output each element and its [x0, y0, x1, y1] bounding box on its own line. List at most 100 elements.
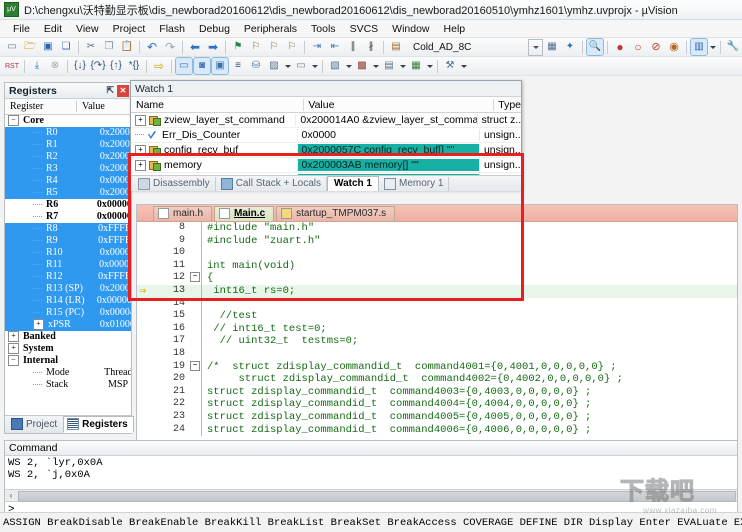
editor-gutter[interactable] [137, 361, 163, 374]
stop-icon[interactable]: ⊗ [47, 58, 63, 74]
trace-window-dropdown-icon[interactable] [398, 58, 407, 74]
watch-row[interactable]: UV_AVE_ADValue0x0000unsign... [131, 173, 521, 175]
close-icon[interactable]: ✕ [117, 85, 129, 97]
scroll-left-icon[interactable]: ‹ [5, 491, 17, 501]
show-next-statement-icon[interactable]: ⇨ [151, 58, 167, 74]
undo-icon[interactable]: ↶ [144, 39, 160, 55]
open-file-icon[interactable]: 🗁 [22, 39, 38, 55]
redo-icon[interactable]: ↷ [162, 39, 178, 55]
bookmark-clear-icon[interactable]: ⚐ [284, 39, 300, 55]
code-line[interactable]: 19/* struct zdisplay_commandid_t command… [137, 361, 737, 374]
editor-gutter[interactable]: ⇒ [137, 285, 163, 298]
breakpoint-icon[interactable]: ● [612, 39, 628, 55]
breakpoint-toggle-icon[interactable]: ⊘ [648, 39, 664, 55]
code-line[interactable]: 17 // uint32_t testms=0; [137, 335, 737, 348]
panel-tab-registers[interactable]: Registers [63, 416, 134, 433]
register-row[interactable]: R70x000000 [5, 211, 131, 223]
registers-window-icon[interactable]: ≡ [230, 58, 246, 74]
menu-peripherals[interactable]: Peripherals [237, 22, 304, 36]
editor-gutter[interactable] [137, 323, 163, 336]
register-row[interactable]: R50x20002 [5, 187, 131, 199]
menu-svcs[interactable]: SVCS [343, 22, 386, 36]
reset-icon[interactable]: RST [4, 58, 20, 74]
bottom-tab-call-stack[interactable]: Call Stack + Locals [216, 177, 327, 191]
register-row[interactable]: ModeThread [5, 367, 131, 379]
command-horizontal-scrollbar[interactable]: ‹ [5, 490, 737, 502]
search-icon[interactable]: 🔍 [587, 39, 603, 55]
window-layout-dropdown-icon[interactable] [708, 39, 717, 55]
watch-value[interactable]: 0x0000 [298, 174, 480, 175]
register-row[interactable]: R30x20002 [5, 163, 131, 175]
watch-value[interactable]: 0x200014A0 &zview_layer_st_command [296, 114, 477, 126]
navigate-forward-icon[interactable]: ➡ [205, 39, 221, 55]
breakpoint-kill-icon[interactable]: ◉ [666, 39, 682, 55]
editor-tab-startup-s[interactable]: startup_TMPM037.s [276, 206, 395, 221]
code-line[interactable]: 21struct zdisplay_commandid_t command400… [137, 386, 737, 399]
step-into-icon[interactable]: {↓} [72, 58, 88, 74]
bookmark-toggle-icon[interactable]: ⚑ [230, 39, 246, 55]
register-row[interactable]: R13 (SP)0x20002 [5, 283, 131, 295]
menu-tools[interactable]: Tools [304, 22, 343, 36]
watch-value[interactable]: 0x0000 [298, 129, 480, 141]
bottom-tab-watch-1[interactable]: Watch 1 [327, 176, 379, 191]
register-row[interactable]: R90xFFFFF [5, 235, 131, 247]
editor-gutter[interactable] [137, 310, 163, 323]
pin-icon[interactable]: ⇱ [106, 85, 117, 96]
analysis-window-dropdown-icon[interactable] [371, 58, 380, 74]
code-line[interactable]: 15 //test [137, 310, 737, 323]
save-icon[interactable]: ▣ [40, 39, 56, 55]
code-line[interactable]: 24struct zdisplay_commandid_t command400… [137, 424, 737, 437]
analysis-window-icon[interactable]: ▩ [354, 58, 370, 74]
target-selector[interactable]: Cold_AD_8C [409, 42, 477, 53]
menu-flash[interactable]: Flash [152, 22, 192, 36]
editor-gutter[interactable] [137, 247, 163, 260]
code-line[interactable]: 18 [137, 348, 737, 361]
fold-toggle-icon[interactable] [189, 272, 201, 285]
comment-icon[interactable]: ∥ [345, 39, 361, 55]
serial-window-dropdown-icon[interactable] [344, 58, 353, 74]
menu-project[interactable]: Project [106, 22, 153, 36]
code-line[interactable]: 20 struct zdisplay_commandid_t command40… [137, 373, 737, 386]
command-window-icon[interactable]: ▭ [176, 58, 192, 74]
menu-help[interactable]: Help [437, 22, 473, 36]
register-row[interactable]: R14 (LR)0x000000 [5, 295, 131, 307]
editor-gutter[interactable] [137, 235, 163, 248]
navigate-back-icon[interactable]: ⬅ [187, 39, 203, 55]
code-line[interactable]: 10 [137, 247, 737, 260]
target-dropdown-icon[interactable] [528, 39, 543, 56]
memory-window-icon[interactable]: ▭ [293, 58, 309, 74]
system-viewer-dropdown-icon[interactable] [425, 58, 434, 74]
bookmark-next-icon[interactable]: ⚐ [266, 39, 282, 55]
outdent-icon[interactable]: ⇤ [327, 39, 343, 55]
editor-tab-main-h[interactable]: main.h [153, 206, 212, 221]
editor-gutter[interactable] [137, 424, 163, 437]
symbols-window-icon[interactable]: ▣ [212, 58, 228, 74]
editor-gutter[interactable] [137, 335, 163, 348]
expand-icon[interactable]: + [8, 343, 19, 354]
editor-gutter[interactable] [137, 398, 163, 411]
step-out-icon[interactable]: {↑} [108, 58, 124, 74]
code-line[interactable]: 11int main(void) [137, 260, 737, 273]
bottom-tab-memory-1[interactable]: Memory 1 [379, 177, 449, 191]
disassembly-window-icon[interactable]: ◙ [194, 58, 210, 74]
editor-gutter[interactable] [137, 386, 163, 399]
menu-file[interactable]: File [6, 22, 37, 36]
register-row[interactable]: R120xFFFFF [5, 271, 131, 283]
register-row[interactable]: R110x0000E [5, 259, 131, 271]
watch-row[interactable]: Err_Dis_Counter0x0000unsign... [131, 128, 521, 143]
register-row[interactable]: +System [5, 343, 131, 355]
indent-icon[interactable]: ⇥ [309, 39, 325, 55]
panel-tab-project[interactable]: Project [7, 416, 63, 433]
code-line[interactable]: 16 // int16_t test=0; [137, 323, 737, 336]
trace-window-icon[interactable]: ▤ [381, 58, 397, 74]
editor-gutter[interactable] [137, 348, 163, 361]
call-stack-icon[interactable]: ⛁ [248, 58, 264, 74]
cut-icon[interactable]: ✂ [83, 39, 99, 55]
code-line[interactable]: ⇒13 int16_t rs=0; [137, 285, 737, 298]
expand-icon[interactable]: + [33, 319, 44, 330]
fold-toggle-icon[interactable] [189, 361, 201, 374]
watch-row[interactable]: +config_recv_buf0x2000057C config_recv_b… [131, 143, 521, 158]
code-line[interactable]: 8#include "main.h" [137, 222, 737, 235]
menu-debug[interactable]: Debug [192, 22, 237, 36]
code-line[interactable]: 12{ [137, 272, 737, 285]
